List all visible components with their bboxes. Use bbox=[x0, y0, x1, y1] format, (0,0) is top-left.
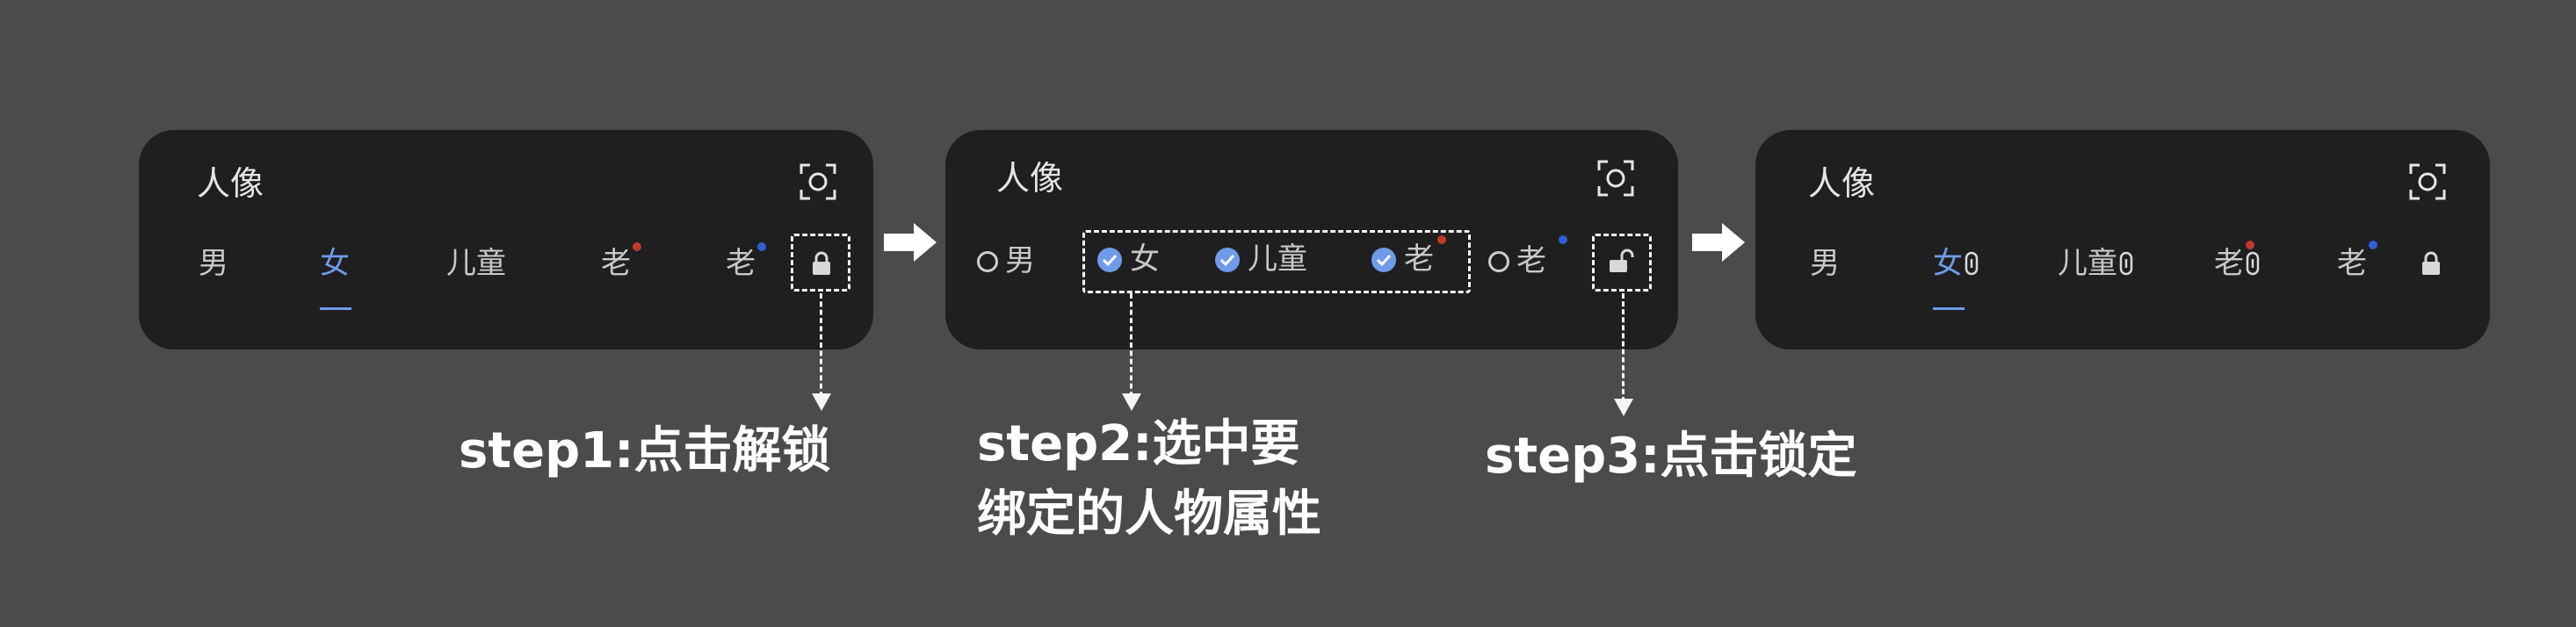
tab-label: 儿童 bbox=[2058, 246, 2117, 281]
option-label: 老 bbox=[1404, 241, 1434, 277]
tab-elder-2[interactable]: 老 bbox=[2337, 249, 2367, 278]
tab-male[interactable]: 男 bbox=[199, 249, 228, 278]
tab-label: 女 bbox=[1933, 246, 1963, 281]
check-icon[interactable] bbox=[1096, 247, 1123, 273]
option-female[interactable]: 女 bbox=[1096, 244, 1160, 274]
step1-label: step1:点击解锁 bbox=[459, 422, 831, 479]
lock-icon[interactable] bbox=[2420, 251, 2442, 276]
active-tab-underline bbox=[1933, 307, 1965, 310]
scan-icon[interactable] bbox=[800, 163, 836, 200]
connector-arrowhead-3 bbox=[1614, 399, 1633, 416]
portrait-panel-step1: 人像 男 女 儿童 老 老 bbox=[139, 130, 873, 350]
connector-line-1 bbox=[820, 293, 822, 397]
option-label: 女 bbox=[1130, 241, 1160, 277]
red-dot-badge bbox=[2246, 241, 2254, 249]
option-label: 儿童 bbox=[1248, 241, 1307, 277]
radio-unchecked[interactable] bbox=[1488, 251, 1509, 272]
step2-label-line2: 绑定的人物属性 bbox=[977, 486, 1321, 543]
portrait-panel-step2: 人像 男 女 儿童 老 老 bbox=[945, 130, 1678, 350]
connector-arrowhead-2 bbox=[1122, 393, 1141, 411]
panel-title: 人像 bbox=[996, 159, 1064, 198]
unlock-icon[interactable] bbox=[1608, 248, 1634, 274]
active-tab-underline bbox=[320, 307, 351, 310]
radio-unchecked[interactable] bbox=[977, 251, 998, 272]
connector-line-2 bbox=[1130, 293, 1132, 397]
red-dot-badge bbox=[633, 242, 641, 251]
blue-dot-badge bbox=[1559, 235, 1567, 244]
option-label: 男 bbox=[1005, 243, 1035, 278]
portrait-panel-step3: 人像 男 女 儿童 老 老 bbox=[1755, 130, 2490, 350]
tab-child[interactable]: 儿童 bbox=[2058, 249, 2135, 278]
tab-male[interactable]: 男 bbox=[1810, 249, 1840, 278]
red-dot-badge bbox=[1437, 235, 1446, 244]
option-child[interactable]: 儿童 bbox=[1214, 244, 1307, 274]
scan-icon[interactable] bbox=[2409, 163, 2446, 200]
tab-female[interactable]: 女 bbox=[1933, 249, 1980, 278]
option-elder-1[interactable]: 老 bbox=[1371, 244, 1434, 274]
right-arrow-icon bbox=[884, 223, 937, 262]
connector-line-3 bbox=[1622, 293, 1624, 402]
right-arrow-icon bbox=[1692, 223, 1745, 262]
tab-elder-1[interactable]: 老 bbox=[2214, 249, 2261, 278]
tab-elder-1[interactable]: 老 bbox=[601, 249, 631, 278]
option-elder-2[interactable]: 老 bbox=[1488, 246, 1546, 276]
blue-dot-badge bbox=[2369, 241, 2377, 249]
connector-arrowhead-1 bbox=[812, 393, 831, 411]
check-icon[interactable] bbox=[1371, 247, 1397, 273]
blue-dot-badge bbox=[757, 242, 766, 251]
option-male[interactable]: 男 bbox=[977, 246, 1035, 276]
link-icon bbox=[1965, 251, 1979, 276]
tab-label: 老 bbox=[2214, 246, 2244, 281]
scan-icon[interactable] bbox=[1597, 160, 1634, 197]
step2-label-line1: step2:选中要 bbox=[977, 415, 1300, 472]
link-icon bbox=[2246, 251, 2260, 276]
panel-title: 人像 bbox=[197, 164, 264, 203]
link-icon bbox=[2119, 251, 2133, 276]
tab-female[interactable]: 女 bbox=[320, 249, 350, 278]
tab-child[interactable]: 儿童 bbox=[446, 249, 506, 278]
lock-icon[interactable] bbox=[810, 251, 833, 276]
step3-label: step3:点击锁定 bbox=[1485, 428, 1857, 485]
option-label: 老 bbox=[1516, 243, 1546, 278]
tab-elder-2[interactable]: 老 bbox=[726, 249, 756, 278]
panel-title: 人像 bbox=[1808, 164, 1876, 203]
check-icon[interactable] bbox=[1214, 247, 1241, 273]
